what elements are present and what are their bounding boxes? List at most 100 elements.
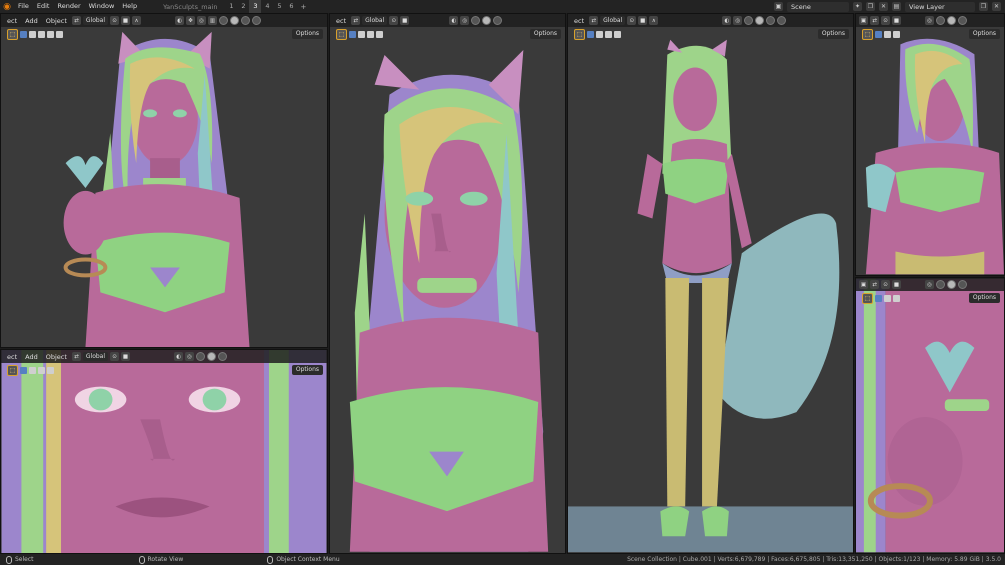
- select-tool-icon[interactable]: ⬚: [574, 28, 585, 40]
- duplicate-scene-icon[interactable]: ❐: [866, 2, 875, 11]
- menu-select[interactable]: ect: [333, 17, 349, 25]
- transform-orientation-icon[interactable]: ⇄: [870, 16, 879, 25]
- options-dropdown[interactable]: Options: [291, 365, 323, 375]
- shading-material-icon[interactable]: [493, 16, 503, 25]
- menu-select[interactable]: ect: [4, 17, 20, 25]
- viewport-bust[interactable]: ect Add Object ⇄ Global ⊙ ■ ∧ ◐ ✥ ◎ ▥ ⬚ …: [0, 13, 328, 348]
- delete-scene-icon[interactable]: ✕: [879, 2, 888, 11]
- transform-orientation-select[interactable]: Global: [362, 16, 388, 25]
- transform-orientation-select[interactable]: Global: [600, 16, 626, 25]
- editor-type-icon[interactable]: ▣: [859, 16, 868, 25]
- menu-render[interactable]: Render: [53, 0, 84, 13]
- select-subtract-icon[interactable]: [605, 30, 612, 38]
- select-extend-icon[interactable]: [884, 294, 891, 302]
- pin-icon[interactable]: ✦: [853, 2, 862, 11]
- options-dropdown[interactable]: Options: [817, 29, 849, 39]
- overlay-icon[interactable]: ◎: [925, 280, 934, 289]
- proportional-icon[interactable]: ∧: [649, 16, 659, 25]
- workspace-tab-6[interactable]: 6: [285, 0, 297, 13]
- add-workspace-button[interactable]: +: [297, 3, 309, 11]
- viewport-full-body[interactable]: ect ⇄ Global ⊙ ■ ∧ ◐ ◎ ⬚ Options: [567, 13, 854, 554]
- overlay-icon[interactable]: ◎: [185, 352, 195, 361]
- viewport-face[interactable]: ect Add Object ⇄ Global ⊙ ■ ◐ ◎ ⬚ Option…: [0, 349, 328, 554]
- overlay-icon[interactable]: ◎: [733, 16, 743, 25]
- select-new-icon[interactable]: [875, 294, 882, 302]
- gizmo-icon[interactable]: ✥: [186, 16, 196, 25]
- visibility-icon[interactable]: ◐: [175, 16, 185, 25]
- options-dropdown[interactable]: Options: [529, 29, 561, 39]
- select-new-icon[interactable]: [20, 366, 27, 374]
- select-subtract-icon[interactable]: [893, 294, 900, 302]
- overlay-icon[interactable]: ◎: [460, 16, 470, 25]
- workspace-tab-2[interactable]: 2: [237, 0, 249, 13]
- workspace-tab-1[interactable]: 1: [225, 0, 237, 13]
- select-invert-icon[interactable]: [47, 30, 54, 38]
- shading-solid-icon[interactable]: [482, 16, 492, 25]
- shading-material-icon[interactable]: [218, 352, 228, 361]
- select-extend-icon[interactable]: [596, 30, 603, 38]
- visibility-icon[interactable]: ◐: [449, 16, 459, 25]
- pivot-icon[interactable]: ⊙: [627, 16, 637, 25]
- shading-solid-icon[interactable]: [207, 352, 217, 361]
- menu-add[interactable]: Add: [22, 17, 41, 25]
- view-layer-icon[interactable]: ▤: [892, 2, 901, 11]
- menu-object[interactable]: Object: [43, 17, 70, 25]
- shading-rendered-icon[interactable]: [252, 16, 262, 25]
- snap-icon[interactable]: ■: [892, 16, 901, 25]
- menu-file[interactable]: File: [14, 0, 33, 13]
- shading-material-icon[interactable]: [766, 16, 776, 25]
- select-tool-icon[interactable]: ⬚: [336, 28, 347, 40]
- options-dropdown[interactable]: Options: [291, 29, 323, 39]
- select-subtract-icon[interactable]: [893, 30, 900, 38]
- snap-icon[interactable]: ■: [638, 16, 648, 25]
- shading-wireframe-icon[interactable]: [219, 16, 229, 25]
- select-invert-icon[interactable]: [47, 366, 54, 374]
- shading-solid-icon[interactable]: [947, 16, 956, 25]
- shading-material-icon[interactable]: [958, 16, 967, 25]
- select-new-icon[interactable]: [875, 30, 882, 38]
- menu-add[interactable]: Add: [22, 353, 41, 361]
- visibility-icon[interactable]: ◐: [722, 16, 732, 25]
- shading-material-icon[interactable]: [241, 16, 251, 25]
- shading-solid-icon[interactable]: [755, 16, 765, 25]
- menu-edit[interactable]: Edit: [33, 0, 54, 13]
- snap-icon[interactable]: ■: [400, 16, 410, 25]
- proportional-icon[interactable]: ∧: [132, 16, 142, 25]
- select-invert-icon[interactable]: [614, 30, 621, 38]
- transform-orientation-icon[interactable]: ⇄: [71, 352, 81, 361]
- menu-help[interactable]: Help: [118, 0, 141, 13]
- select-subtract-icon[interactable]: [38, 30, 45, 38]
- shading-wireframe-icon[interactable]: [196, 352, 206, 361]
- snap-icon[interactable]: ■: [121, 16, 131, 25]
- select-subtract-icon[interactable]: [367, 30, 374, 38]
- pivot-icon[interactable]: ⊙: [881, 280, 890, 289]
- pivot-icon[interactable]: ⊙: [110, 352, 120, 361]
- transform-orientation-select[interactable]: Global: [82, 16, 109, 25]
- menu-select[interactable]: ect: [571, 17, 587, 25]
- scene-icon[interactable]: ▣: [774, 2, 783, 11]
- snap-icon[interactable]: ■: [892, 280, 901, 289]
- pivot-icon[interactable]: ⊙: [389, 16, 399, 25]
- transform-orientation-icon[interactable]: ⇄: [71, 16, 81, 25]
- snap-icon[interactable]: ■: [121, 352, 131, 361]
- select-invert-icon[interactable]: [376, 30, 383, 38]
- transform-orientation-icon[interactable]: ⇄: [351, 16, 361, 25]
- shading-wireframe-icon[interactable]: [936, 280, 945, 289]
- shading-solid-icon[interactable]: [947, 280, 956, 289]
- select-tool-icon[interactable]: ⬚: [7, 364, 18, 376]
- workspace-tab-4[interactable]: 4: [261, 0, 273, 13]
- select-new-icon[interactable]: [349, 30, 356, 38]
- select-tool-icon[interactable]: ⬚: [862, 292, 873, 304]
- menu-window[interactable]: Window: [85, 0, 119, 13]
- view-layer-field[interactable]: View Layer: [905, 1, 975, 12]
- select-new-icon[interactable]: [587, 30, 594, 38]
- viewport-portrait[interactable]: ect ⇄ Global ⊙ ■ ◐ ◎ ⬚ Options: [329, 13, 566, 554]
- select-tool-icon[interactable]: ⬚: [862, 28, 873, 40]
- pivot-icon[interactable]: ⊙: [110, 16, 120, 25]
- pivot-icon[interactable]: ⊙: [881, 16, 890, 25]
- shading-wireframe-icon[interactable]: [936, 16, 945, 25]
- viewport-hand[interactable]: ▣ ⇄ ⊙ ■ ◎ ⬚ Options: [855, 277, 1005, 554]
- scene-field[interactable]: Scene: [787, 1, 849, 12]
- shading-solid-icon[interactable]: [230, 16, 240, 25]
- workspace-tab-5[interactable]: 5: [273, 0, 285, 13]
